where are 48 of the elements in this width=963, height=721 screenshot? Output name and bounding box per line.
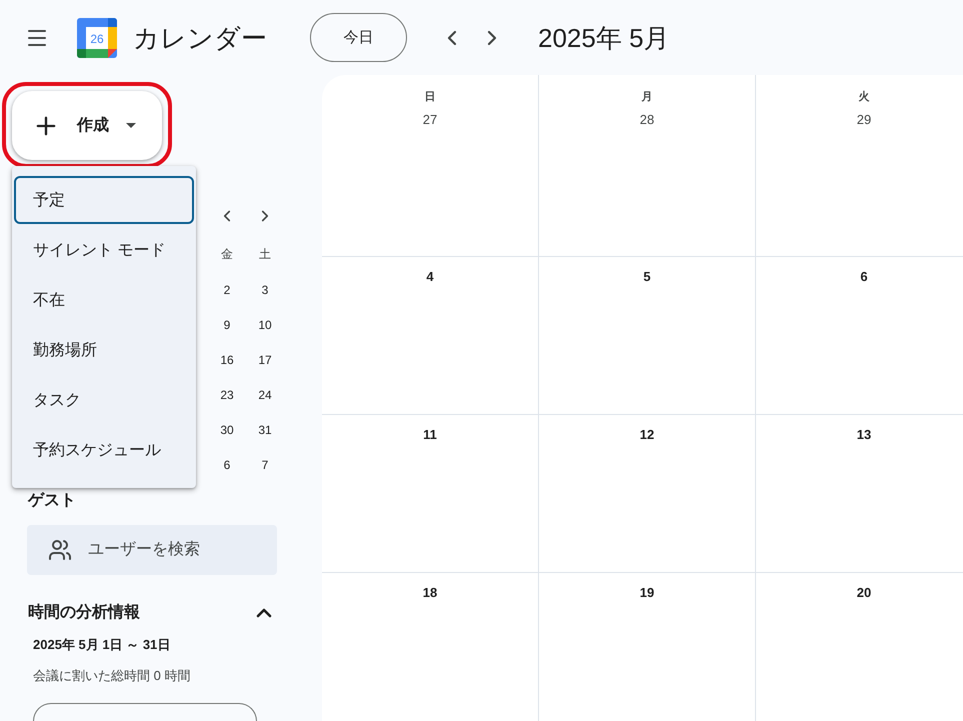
create-button[interactable]: 作成 (12, 91, 162, 160)
today-button[interactable]: 今日 (310, 13, 407, 62)
mini-calendar-day[interactable]: 16 (208, 342, 246, 377)
weekday-label: 日 (424, 90, 436, 105)
day-number[interactable]: 5 (643, 265, 651, 289)
day-number[interactable]: 13 (856, 423, 872, 447)
outlined-button[interactable] (33, 703, 257, 721)
day-number[interactable]: 11 (423, 423, 437, 447)
day-number[interactable]: 4 (426, 265, 434, 289)
current-period: 2025年 5月 (538, 22, 670, 54)
mini-calendar-day[interactable]: 6 (208, 447, 246, 482)
weekday-label: 金 (220, 246, 234, 263)
guests-heading: ゲスト (28, 491, 76, 511)
menu-item[interactable]: 勤務場所 (14, 326, 194, 374)
weekday-label: 月 (642, 90, 652, 105)
menu-item[interactable]: 予約スケジュール (14, 426, 194, 474)
date-range: 2025年 5月 1日 ～ 31日 (33, 636, 170, 654)
menu-item[interactable]: サイレント モード (14, 226, 194, 274)
mini-calendar-day[interactable]: 3 (246, 272, 284, 307)
app-title: カレンダー (133, 22, 267, 54)
insights-heading: 時間の分析情報 (28, 602, 140, 623)
weekday-label: 火 (858, 90, 870, 105)
mini-calendar-day[interactable]: 17 (246, 342, 284, 377)
mini-calendar-day[interactable]: 30 (208, 412, 246, 447)
caret-down-icon (126, 123, 136, 128)
day-number[interactable]: 12 (640, 423, 654, 447)
mini-calendar-day[interactable]: 9 (208, 307, 246, 342)
day-number[interactable]: 28 (640, 107, 654, 133)
day-number[interactable]: 19 (640, 581, 654, 605)
day-number[interactable]: 20 (856, 581, 872, 605)
search-field[interactable]: ユーザーを検索 (27, 525, 277, 575)
menu-item[interactable]: 不在 (14, 276, 194, 324)
mini-calendar-day[interactable]: 2 (208, 272, 246, 307)
weekday-label: 土 (258, 246, 272, 263)
day-number[interactable]: 27 (422, 107, 438, 133)
mini-calendar-day[interactable]: 31 (246, 412, 284, 447)
day-number[interactable]: 6 (860, 265, 868, 289)
menu-item[interactable]: タスク (14, 376, 194, 424)
day-number[interactable]: 29 (856, 107, 872, 133)
menu-item[interactable]: 予定 (14, 176, 194, 224)
mini-calendar-day[interactable]: 23 (208, 377, 246, 412)
mini-calendar-day[interactable]: 7 (246, 447, 284, 482)
calendar-logo: 26 (77, 18, 117, 58)
meeting-summary: 会議に割いた総時間 0 時間 (33, 667, 190, 685)
people-icon (48, 538, 72, 562)
mini-calendar-day[interactable]: 10 (246, 307, 284, 342)
mini-calendar-day[interactable]: 24 (246, 377, 284, 412)
day-number[interactable]: 18 (422, 581, 438, 605)
